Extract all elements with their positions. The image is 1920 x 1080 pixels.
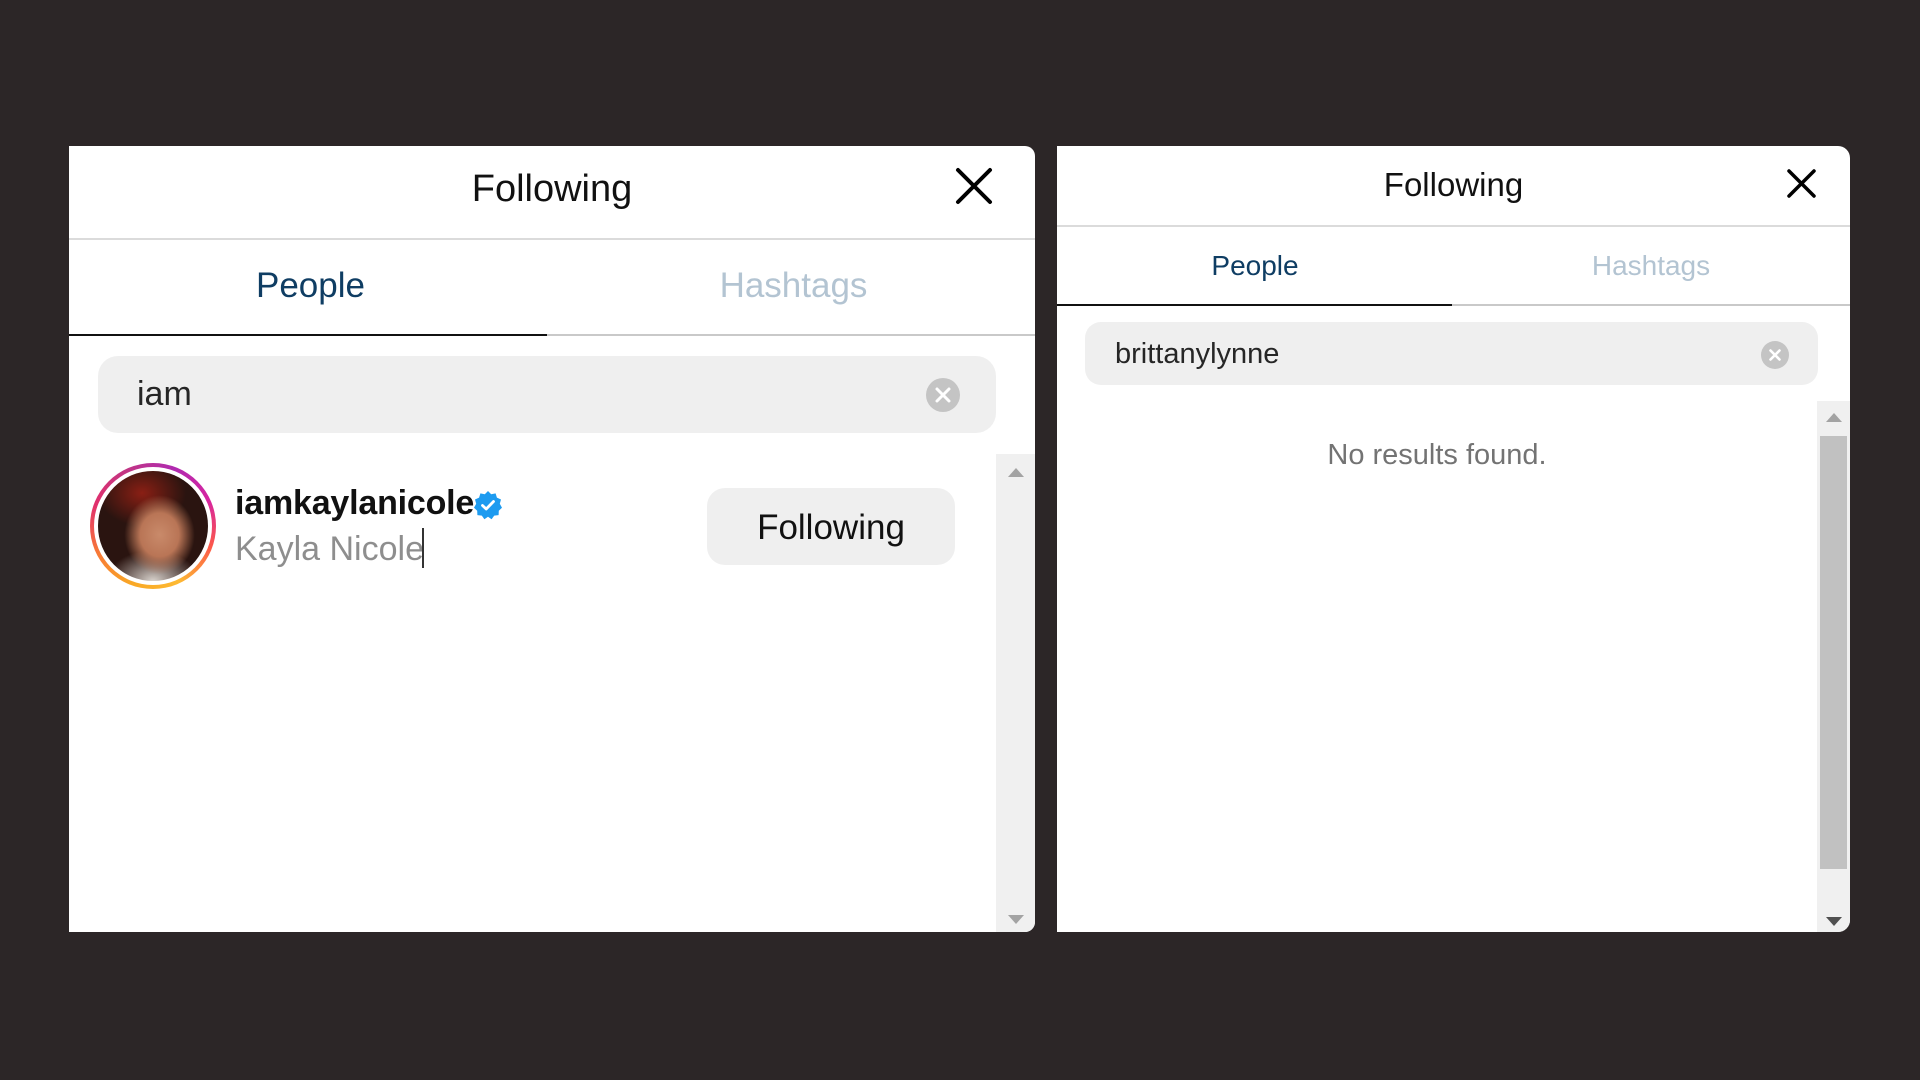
active-tab-indicator [69,334,547,336]
scroll-down-arrow-icon[interactable] [996,915,1035,924]
scroll-down-arrow-icon[interactable] [1817,917,1850,926]
full-name: Kayla Nicole [235,528,424,569]
scrollbar[interactable] [996,454,1035,932]
header-divider [69,238,1035,240]
list-item[interactable]: iamkaylanicole Kayla Nicole Following [69,458,989,596]
header-divider [1057,225,1850,227]
active-tab-indicator [1057,304,1452,306]
following-button[interactable]: Following [707,488,955,565]
scrollbar-thumb[interactable] [1820,436,1847,869]
following-dialog-right: Following People Hashtags No results fou… [1057,146,1850,932]
no-results-message: No results found. [1327,439,1547,471]
full-name-text: Kayla Nicole [235,530,424,568]
search-input[interactable] [1115,335,1755,373]
search-field[interactable] [1085,322,1818,385]
text-cursor [421,528,424,568]
clear-search-icon[interactable] [1761,341,1789,369]
close-icon[interactable] [1786,168,1817,199]
search-input[interactable] [137,374,917,414]
dialog-title: Following [471,168,633,210]
profile-photo [98,471,208,581]
avatar[interactable] [90,463,216,589]
tab-divider [547,334,1035,336]
scroll-up-arrow-icon[interactable] [1817,413,1850,422]
dialog-title: Following [1383,166,1524,203]
username[interactable]: iamkaylanicole [235,484,474,523]
tab-hashtags[interactable]: Hashtags [552,266,1035,306]
verified-badge-icon [473,490,503,520]
following-dialog-left: Following People Hashtags iamkaylanicole… [69,146,1035,932]
close-icon[interactable] [955,167,993,205]
tab-hashtags[interactable]: Hashtags [1453,250,1849,282]
tab-people[interactable]: People [69,266,552,306]
scrollbar[interactable] [1817,401,1850,932]
tab-divider [1452,304,1850,306]
clear-search-icon[interactable] [926,378,960,412]
scroll-up-arrow-icon[interactable] [996,468,1035,477]
tab-people[interactable]: People [1057,250,1453,282]
search-field[interactable] [98,356,996,433]
